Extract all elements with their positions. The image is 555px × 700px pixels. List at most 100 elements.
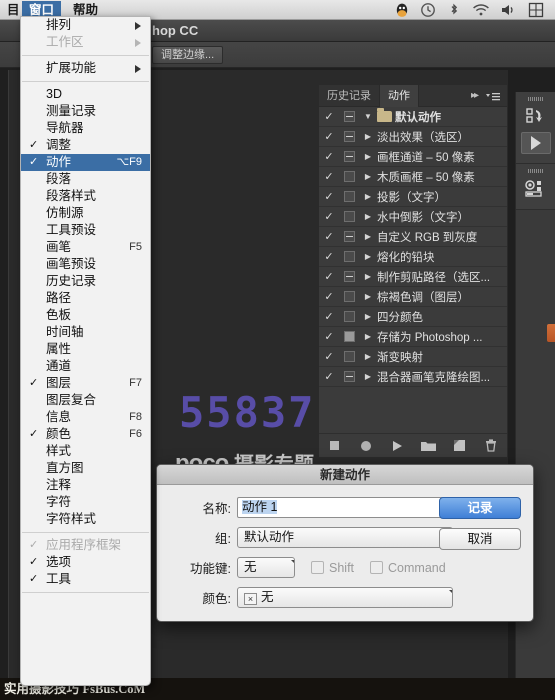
action-row[interactable]: ✓▶水中倒影（文字） xyxy=(319,207,507,227)
panel-menu-icon[interactable] xyxy=(484,90,502,102)
play-icon[interactable] xyxy=(388,438,406,454)
input-method-icon[interactable] xyxy=(528,2,544,18)
twirl-arrow-icon[interactable]: ▶ xyxy=(359,132,377,141)
window-dropdown-menu[interactable]: 排列工作区扩展功能3D测量记录导航器✓调整✓动作⌥F9段落段落样式仿制源工具预设… xyxy=(20,16,151,686)
action-dialog-toggle[interactable] xyxy=(339,251,359,262)
double-chevron-right-icon[interactable]: ▸▸ xyxy=(471,90,477,101)
menu-item-10[interactable]: 段落 xyxy=(21,171,150,188)
action-dialog-toggle[interactable] xyxy=(339,271,359,282)
action-row[interactable]: ✓▶自定义 RGB 到灰度 xyxy=(319,227,507,247)
dock-group-tools[interactable] xyxy=(516,164,555,210)
action-dialog-toggle[interactable] xyxy=(339,111,359,122)
menu-item-7[interactable]: 导航器 xyxy=(21,120,150,137)
tab-actions[interactable]: 动作 xyxy=(380,85,419,107)
action-row[interactable]: ✓▶淡出效果（选区） xyxy=(319,127,507,147)
action-toggle-check-icon[interactable]: ✓ xyxy=(319,107,339,127)
action-row[interactable]: ✓▶画框通道 – 50 像素 xyxy=(319,147,507,167)
actions-list[interactable]: ✓▼默认动作✓▶淡出效果（选区）✓▶画框通道 – 50 像素✓▶木质画框 – 5… xyxy=(319,107,507,435)
menu-item-8[interactable]: ✓调整 xyxy=(21,137,150,154)
twirl-arrow-icon[interactable]: ▶ xyxy=(359,172,377,181)
action-dialog-toggle[interactable] xyxy=(339,291,359,302)
time-machine-icon[interactable] xyxy=(420,2,436,18)
action-dialog-toggle[interactable] xyxy=(339,211,359,222)
menu-item-29[interactable]: 字符 xyxy=(21,494,150,511)
twirl-arrow-icon[interactable]: ▶ xyxy=(359,312,377,321)
twirl-arrow-icon[interactable]: ▶ xyxy=(359,272,377,281)
action-row[interactable]: ✓▶木质画框 – 50 像素 xyxy=(319,167,507,187)
twirl-arrow-icon[interactable]: ▶ xyxy=(359,192,377,201)
menu-item-14[interactable]: 画笔F5 xyxy=(21,239,150,256)
menu-item-33[interactable]: ✓选项 xyxy=(21,554,150,571)
action-dialog-toggle[interactable] xyxy=(339,231,359,242)
menu-item-24[interactable]: 信息F8 xyxy=(21,409,150,426)
action-toggle-check-icon[interactable]: ✓ xyxy=(319,147,339,167)
twirl-arrow-icon[interactable]: ▼ xyxy=(359,112,377,121)
menu-item-17[interactable]: 路径 xyxy=(21,290,150,307)
volume-icon[interactable] xyxy=(500,2,516,18)
play-action-icon[interactable] xyxy=(521,132,551,154)
action-toggle-check-icon[interactable]: ✓ xyxy=(319,167,339,187)
menu-item-27[interactable]: 直方图 xyxy=(21,460,150,477)
action-toggle-check-icon[interactable]: ✓ xyxy=(319,307,339,327)
menu-item-21[interactable]: 通道 xyxy=(21,358,150,375)
twirl-arrow-icon[interactable]: ▶ xyxy=(359,152,377,161)
stop-icon[interactable] xyxy=(326,438,344,454)
action-row[interactable]: ✓▶存储为 Photoshop ... xyxy=(319,327,507,347)
action-dialog-toggle[interactable] xyxy=(339,331,359,342)
twirl-arrow-icon[interactable]: ▶ xyxy=(359,212,377,221)
bluetooth-icon[interactable] xyxy=(446,2,462,18)
action-dialog-toggle[interactable] xyxy=(339,311,359,322)
twirl-arrow-icon[interactable]: ▶ xyxy=(359,352,377,361)
action-set-row[interactable]: ✓▼默认动作 xyxy=(319,107,507,127)
action-toggle-check-icon[interactable]: ✓ xyxy=(319,127,339,147)
action-toggle-check-icon[interactable]: ✓ xyxy=(319,187,339,207)
menu-item-26[interactable]: 样式 xyxy=(21,443,150,460)
action-row[interactable]: ✓▶制作剪贴路径（选区... xyxy=(319,267,507,287)
menu-item-6[interactable]: 测量记录 xyxy=(21,103,150,120)
dock-orange-tab[interactable] xyxy=(547,324,555,342)
new-action-icon[interactable] xyxy=(451,438,469,454)
cancel-button[interactable]: 取消 xyxy=(439,528,521,550)
twirl-arrow-icon[interactable]: ▶ xyxy=(359,232,377,241)
function-key-select[interactable]: 无 xyxy=(237,557,295,578)
action-name-input[interactable]: 动作 1 xyxy=(237,497,453,518)
action-toggle-check-icon[interactable]: ✓ xyxy=(319,267,339,287)
menu-item-3[interactable]: 扩展功能 xyxy=(21,60,150,77)
action-dialog-toggle[interactable] xyxy=(339,191,359,202)
action-toggle-check-icon[interactable]: ✓ xyxy=(319,327,339,347)
set-select[interactable]: 默认动作 xyxy=(237,527,453,548)
delete-icon[interactable] xyxy=(482,438,500,454)
adjustments-icon[interactable] xyxy=(523,177,549,201)
action-dialog-toggle[interactable] xyxy=(339,171,359,182)
tab-history[interactable]: 历史记录 xyxy=(319,85,380,107)
menu-item-25[interactable]: ✓颜色F6 xyxy=(21,426,150,443)
penguin-qq-icon[interactable] xyxy=(394,2,410,18)
menu-item-28[interactable]: 注释 xyxy=(21,477,150,494)
menu-item-5[interactable]: 3D xyxy=(21,86,150,103)
menu-item-19[interactable]: 时间轴 xyxy=(21,324,150,341)
new-set-icon[interactable] xyxy=(420,438,438,454)
menu-item-34[interactable]: ✓工具 xyxy=(21,571,150,588)
menu-item-30[interactable]: 字符样式 xyxy=(21,511,150,528)
action-row[interactable]: ✓▶投影（文字） xyxy=(319,187,507,207)
menu-item-15[interactable]: 画笔预设 xyxy=(21,256,150,273)
action-toggle-check-icon[interactable]: ✓ xyxy=(319,207,339,227)
refine-edge-button[interactable]: 调整边缘... xyxy=(152,46,223,64)
menu-item-0[interactable]: 排列 xyxy=(21,17,150,34)
twirl-arrow-icon[interactable]: ▶ xyxy=(359,332,377,341)
twirl-arrow-icon[interactable]: ▶ xyxy=(359,292,377,301)
wifi-icon[interactable] xyxy=(472,2,488,18)
twirl-arrow-icon[interactable]: ▶ xyxy=(359,252,377,261)
dock-group-actions[interactable] xyxy=(516,92,555,164)
action-toggle-check-icon[interactable]: ✓ xyxy=(319,347,339,367)
menu-item-22[interactable]: ✓图层F7 xyxy=(21,375,150,392)
shift-checkbox[interactable] xyxy=(311,561,324,574)
action-row[interactable]: ✓▶熔化的铅块 xyxy=(319,247,507,267)
action-row[interactable]: ✓▶棕褐色调（图层） xyxy=(319,287,507,307)
menu-item-18[interactable]: 色板 xyxy=(21,307,150,324)
action-toggle-check-icon[interactable]: ✓ xyxy=(319,367,339,387)
dock-grip-2[interactable] xyxy=(528,169,544,173)
action-row[interactable]: ✓▶混合器画笔克隆绘图... xyxy=(319,367,507,387)
action-dialog-toggle[interactable] xyxy=(339,351,359,362)
twirl-arrow-icon[interactable]: ▶ xyxy=(359,372,377,381)
